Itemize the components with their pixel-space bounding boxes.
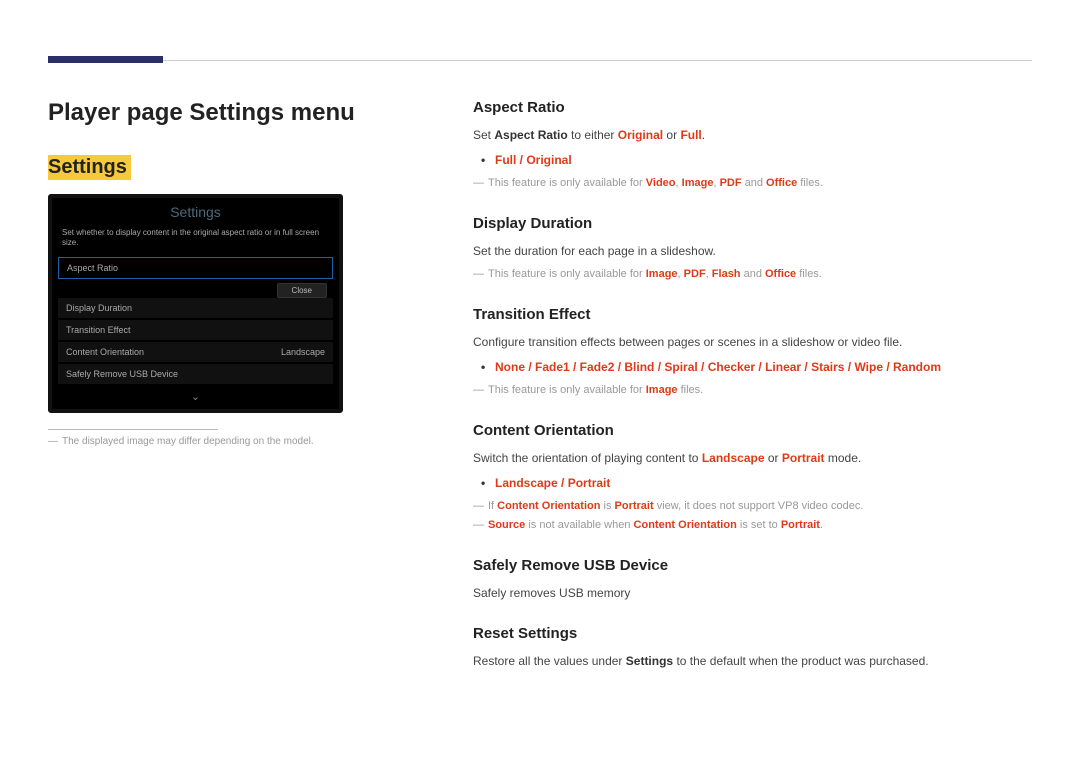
settings-highlight: Settings: [48, 155, 131, 180]
dash-icon: ―: [473, 500, 484, 512]
dash-icon: ―: [48, 436, 58, 447]
display-duration-note: ―This feature is only available for Imag…: [473, 265, 1032, 284]
dash-icon: ―: [473, 519, 484, 531]
display-duration-block: Display Duration Set the duration for ea…: [473, 215, 1032, 284]
device-description: Set whether to display content in the or…: [52, 224, 339, 257]
device-title: Settings: [52, 198, 339, 224]
section-title: Player page Settings menu: [48, 99, 413, 127]
content-orientation-head: Content Orientation: [473, 422, 1032, 439]
device-menu-list: Aspect Ratio Close Display Duration Tran…: [52, 257, 339, 384]
reset-settings-block: Reset Settings Restore all the values un…: [473, 625, 1032, 671]
content-orientation-note-2: ―Source is not available when Content Or…: [473, 516, 1032, 535]
content-orientation-options: Landscape / Portrait: [473, 474, 1032, 493]
chevron-down-icon[interactable]: ⌄: [52, 386, 339, 403]
image-note-text: The displayed image may differ depending…: [62, 436, 314, 447]
device-row-label: Content Orientation: [66, 347, 144, 357]
device-close-row: Close: [58, 281, 333, 298]
dash-icon: ―: [473, 268, 484, 280]
reset-settings-head: Reset Settings: [473, 625, 1032, 642]
device-row-aspect-ratio[interactable]: Aspect Ratio: [58, 257, 333, 279]
device-row-label: Safely Remove USB Device: [66, 369, 178, 379]
transition-effect-text: Configure transition effects between pag…: [473, 333, 1032, 352]
device-row-label: Transition Effect: [66, 325, 131, 335]
device-row-display-duration[interactable]: Display Duration: [58, 298, 333, 318]
aspect-ratio-options: Full / Original: [473, 151, 1032, 170]
dash-icon: ―: [473, 384, 484, 396]
content-orientation-text: Switch the orientation of playing conten…: [473, 449, 1032, 468]
page: Player page Settings menu Settings Setti…: [0, 0, 1080, 693]
device-mockup: Settings Set whether to display content …: [48, 194, 343, 413]
header-rule: [48, 60, 1032, 61]
device-row-safely-remove-usb[interactable]: Safely Remove USB Device: [58, 364, 333, 384]
dash-icon: ―: [473, 177, 484, 189]
aspect-ratio-note: ―This feature is only available for Vide…: [473, 174, 1032, 193]
safely-remove-usb-text: Safely removes USB memory: [473, 584, 1032, 603]
device-row-value: Landscape: [281, 347, 325, 357]
note-rule: [48, 429, 218, 430]
display-duration-head: Display Duration: [473, 215, 1032, 232]
content-orientation-note-1: ―If Content Orientation is Portrait view…: [473, 497, 1032, 516]
close-button[interactable]: Close: [277, 283, 327, 298]
aspect-ratio-head: Aspect Ratio: [473, 99, 1032, 116]
right-column: Aspect Ratio Set Aspect Ratio to either …: [473, 99, 1032, 693]
display-duration-text: Set the duration for each page in a slid…: [473, 242, 1032, 261]
safely-remove-usb-block: Safely Remove USB Device Safely removes …: [473, 557, 1032, 603]
device-row-transition-effect[interactable]: Transition Effect: [58, 320, 333, 340]
content-orientation-block: Content Orientation Switch the orientati…: [473, 422, 1032, 535]
reset-settings-text: Restore all the values under Settings to…: [473, 652, 1032, 671]
content-orientation-option: Landscape / Portrait: [495, 474, 1032, 493]
transition-effect-option: None / Fade1 / Fade2 / Blind / Spiral / …: [495, 358, 1032, 377]
aspect-ratio-block: Aspect Ratio Set Aspect Ratio to either …: [473, 99, 1032, 193]
image-note: ― The displayed image may differ dependin…: [48, 436, 413, 447]
content-columns: Player page Settings menu Settings Setti…: [48, 99, 1032, 693]
transition-effect-head: Transition Effect: [473, 306, 1032, 323]
transition-effect-block: Transition Effect Configure transition e…: [473, 306, 1032, 400]
safely-remove-usb-head: Safely Remove USB Device: [473, 557, 1032, 574]
transition-effect-options: None / Fade1 / Fade2 / Blind / Spiral / …: [473, 358, 1032, 377]
left-column: Player page Settings menu Settings Setti…: [48, 99, 413, 693]
transition-effect-note: ―This feature is only available for Imag…: [473, 381, 1032, 400]
aspect-ratio-text: Set Aspect Ratio to either Original or F…: [473, 126, 1032, 145]
aspect-ratio-option: Full / Original: [495, 151, 1032, 170]
header-accent: [48, 56, 163, 63]
device-row-content-orientation[interactable]: Content Orientation Landscape: [58, 342, 333, 362]
device-row-label: Aspect Ratio: [67, 263, 118, 273]
device-row-label: Display Duration: [66, 303, 132, 313]
